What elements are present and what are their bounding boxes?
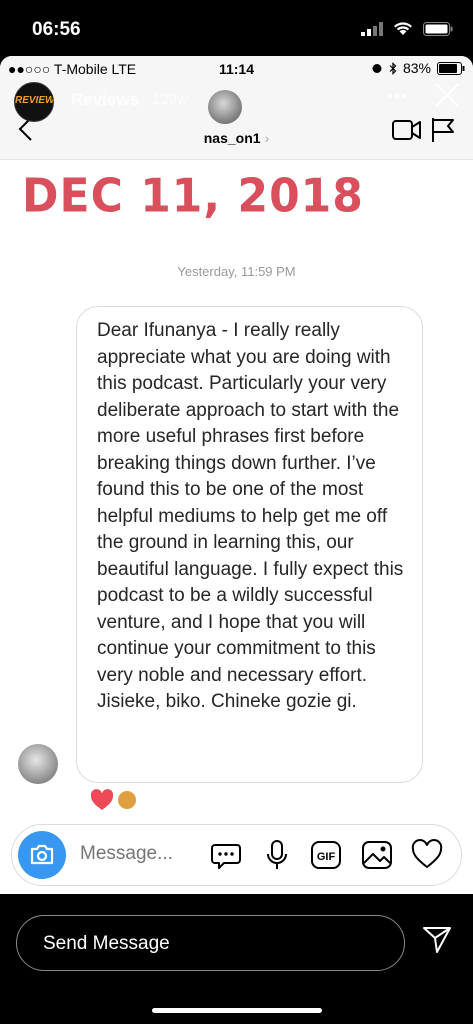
outer-status-bar: 06:56 [0, 0, 473, 56]
signal-icon [361, 21, 383, 36]
inner-battery-icon [437, 61, 465, 75]
story-age: 129w [152, 91, 188, 108]
alarm-icon [372, 64, 382, 73]
video-call-icon[interactable] [392, 119, 422, 141]
story-account-name[interactable]: Reviews [71, 90, 139, 110]
camera-button[interactable] [18, 831, 66, 879]
send-message-label: Send Message [43, 933, 170, 954]
message-reactions[interactable] [90, 789, 138, 811]
more-icon[interactable] [386, 86, 408, 106]
microphone-icon[interactable] [265, 839, 289, 871]
story-account-avatar[interactable]: REVIEWS [14, 82, 54, 122]
message-composer: GIF [11, 824, 462, 886]
story-card: ●●○○○ T-Mobile LTE 11:14 83% nas_on1 › R… [0, 56, 473, 894]
home-indicator[interactable] [152, 1008, 322, 1013]
bluetooth-icon [389, 61, 397, 75]
outer-status-icons [361, 21, 453, 36]
story-overlay: REVIEWS Reviews 129w [0, 82, 473, 122]
camera-icon [30, 844, 54, 865]
battery-icon [423, 21, 453, 36]
story-avatar-logo-text: REVIEWS [15, 95, 54, 106]
sticker-icon[interactable] [210, 839, 242, 871]
send-message-field[interactable]: Send Message [16, 915, 405, 971]
date-stamp: DEC 11, 2018 [22, 169, 364, 224]
inner-status-bar: ●●○○○ T-Mobile LTE 11:14 83% [0, 56, 473, 84]
message-bubble[interactable]: Dear Ifunanya - I really really apprecia… [76, 306, 423, 783]
sender-avatar[interactable] [18, 744, 58, 784]
outer-status-time: 06:56 [32, 19, 81, 40]
message-timestamp: Yesterday, 11:59 PM [177, 264, 296, 279]
gallery-icon[interactable] [361, 839, 393, 871]
chevron-right-icon: › [264, 130, 270, 146]
inner-battery-percent: 83% [402, 60, 431, 76]
close-icon[interactable] [434, 82, 460, 108]
svg-text:GIF: GIF [317, 851, 336, 863]
message-input[interactable] [80, 843, 200, 865]
reactor-avatar [116, 789, 138, 811]
send-icon[interactable] [422, 926, 452, 954]
message-text: Dear Ifunanya - I really really apprecia… [97, 320, 404, 712]
recipient-username: nas_on1 [203, 130, 261, 146]
inner-status-right: 83% [371, 60, 465, 76]
heart-reaction-icon [90, 789, 114, 810]
wifi-icon [394, 22, 412, 35]
heart-icon[interactable] [411, 839, 443, 871]
gif-icon[interactable]: GIF [310, 839, 342, 871]
flag-icon[interactable] [431, 117, 455, 143]
